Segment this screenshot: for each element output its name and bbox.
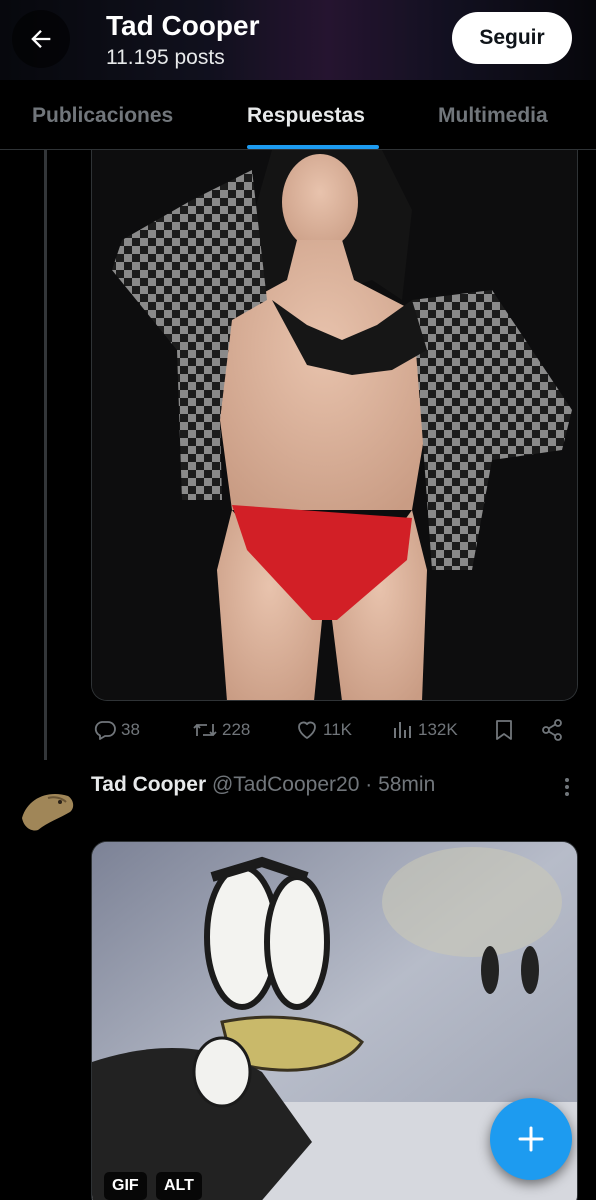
bookmark-button[interactable] bbox=[494, 718, 514, 742]
share-icon bbox=[542, 719, 562, 741]
repost-button[interactable]: 228 bbox=[192, 718, 250, 742]
active-tab-indicator bbox=[247, 145, 379, 149]
repost-icon bbox=[193, 724, 217, 736]
photo-illustration bbox=[92, 150, 577, 700]
post-photo[interactable] bbox=[91, 150, 578, 701]
tweet-header: Tad Cooper @TadCooper20 · 58min bbox=[91, 770, 435, 800]
compose-button[interactable] bbox=[490, 1098, 572, 1180]
tab-respuestas[interactable]: Respuestas bbox=[247, 80, 365, 150]
reply-count: 38 bbox=[121, 720, 140, 739]
reply-icon bbox=[94, 721, 116, 740]
tweet-author-name[interactable]: Tad Cooper bbox=[91, 773, 206, 796]
tweet-author-handle[interactable]: @TadCooper20 bbox=[212, 773, 359, 796]
more-vertical-icon bbox=[565, 778, 569, 796]
reply-button[interactable]: 38 bbox=[93, 718, 140, 742]
thread-connector bbox=[44, 150, 47, 760]
profile-header: Tad Cooper 11.195 posts Seguir bbox=[0, 0, 596, 80]
views-button[interactable]: 132K bbox=[392, 718, 458, 742]
arrow-left-icon bbox=[31, 30, 51, 48]
avatar[interactable] bbox=[18, 778, 76, 836]
follow-button[interactable]: Seguir bbox=[452, 12, 572, 64]
like-button[interactable]: 11K bbox=[295, 718, 352, 742]
alt-badge[interactable]: ALT bbox=[156, 1172, 202, 1200]
tab-multimedia[interactable]: Multimedia bbox=[438, 80, 548, 150]
views-count: 132K bbox=[418, 720, 458, 739]
like-count: 11K bbox=[323, 720, 352, 739]
plus-icon bbox=[518, 1126, 544, 1152]
bookmark-icon bbox=[496, 720, 512, 740]
repost-count: 228 bbox=[222, 720, 251, 739]
profile-name: Tad Cooper bbox=[106, 10, 260, 41]
profile-tabs: Publicaciones Respuestas Multimedia bbox=[0, 80, 596, 150]
separator: · bbox=[365, 773, 373, 796]
tab-publicaciones[interactable]: Publicaciones bbox=[32, 80, 173, 150]
post-actions: 38 228 11K 132K bbox=[0, 712, 596, 752]
like-icon bbox=[298, 721, 316, 739]
tweet-timestamp: 58min bbox=[378, 773, 436, 796]
lizard-avatar-image bbox=[18, 778, 76, 836]
share-button[interactable] bbox=[540, 718, 564, 742]
back-button[interactable] bbox=[12, 10, 70, 68]
more-options-button[interactable] bbox=[560, 776, 574, 798]
views-icon bbox=[394, 722, 411, 738]
gif-badge: GIF bbox=[104, 1172, 147, 1200]
post-count: 11.195 posts bbox=[106, 46, 225, 69]
